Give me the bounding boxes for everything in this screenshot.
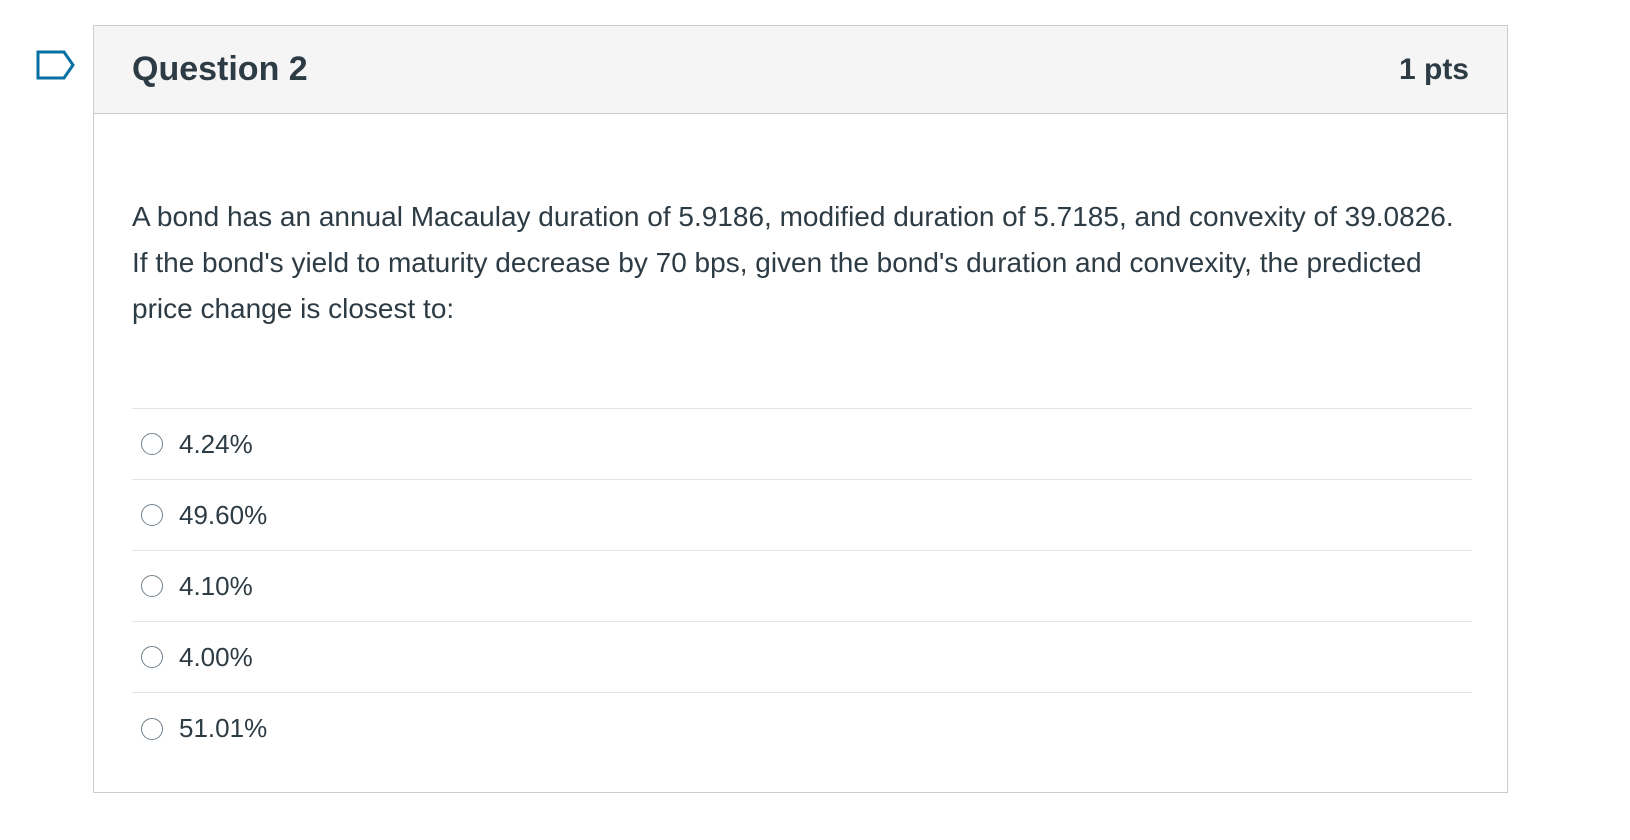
answer-option[interactable]: 49.60% — [132, 480, 1472, 551]
answer-label: 4.24% — [179, 428, 253, 459]
answer-list: 4.24% 49.60% 4.10% 4.00% 51.01% — [132, 408, 1472, 764]
question-text: A bond has an annual Macaulay duration o… — [132, 201, 1454, 324]
answer-label: 4.10% — [179, 570, 253, 601]
radio-button[interactable] — [141, 504, 163, 526]
answer-label: 49.60% — [179, 499, 268, 530]
question-card: Question 2 1 pts A bond has an annual Ma… — [93, 25, 1508, 793]
radio-button[interactable] — [141, 646, 163, 668]
answer-option[interactable]: 4.24% — [132, 409, 1472, 480]
radio-button[interactable] — [141, 433, 163, 455]
answer-option[interactable]: 4.10% — [132, 551, 1472, 622]
question-points: 1 pts — [1398, 52, 1469, 86]
answer-option[interactable]: 51.01% — [132, 693, 1472, 764]
question-header: Question 2 1 pts — [94, 26, 1507, 114]
flag-question-icon[interactable] — [36, 50, 76, 84]
radio-button[interactable] — [141, 575, 163, 597]
answer-option[interactable]: 4.00% — [132, 622, 1472, 693]
question-title: Question 2 — [132, 50, 308, 88]
question-body: A bond has an annual Macaulay duration o… — [94, 194, 1507, 764]
answer-label: 51.01% — [179, 713, 268, 743]
answer-label: 4.00% — [179, 641, 253, 672]
radio-button[interactable] — [141, 717, 163, 740]
